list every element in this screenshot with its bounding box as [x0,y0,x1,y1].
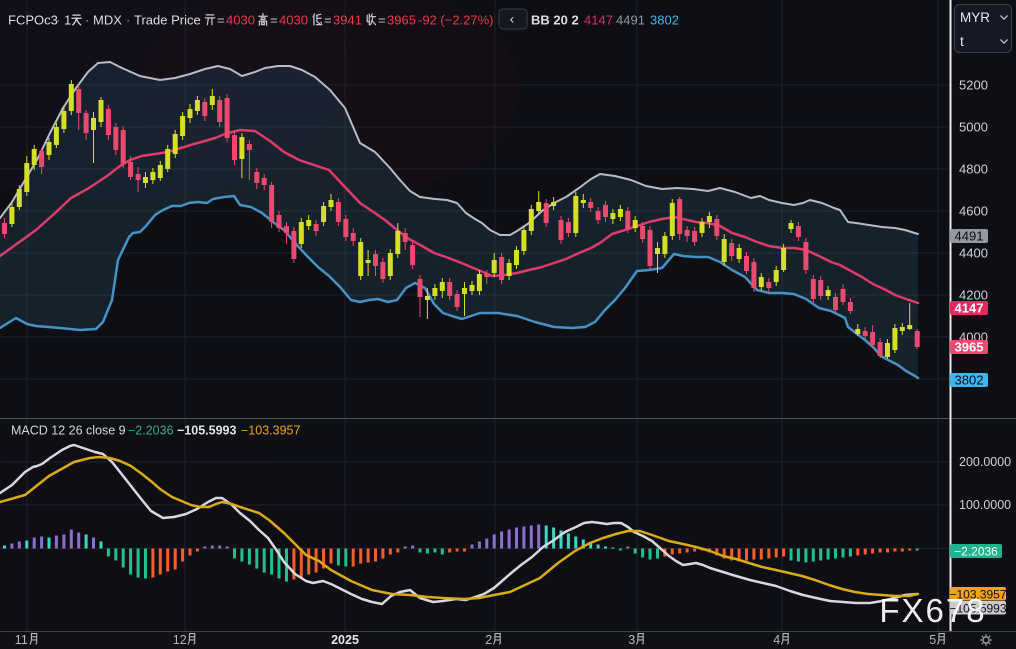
svg-text:11: 11 [15,633,28,647]
svg-text:−103.3957: −103.3957 [241,424,300,438]
svg-text:4: 4 [773,633,780,647]
svg-text:4400: 4400 [959,246,988,261]
svg-text:FCPOc3: FCPOc3 [8,13,58,28]
svg-text:3802: 3802 [650,13,679,28]
svg-text:BB 20 2: BB 20 2 [531,13,579,28]
svg-text:5: 5 [929,633,936,647]
svg-text:2: 2 [485,633,492,647]
svg-text:4030: 4030 [226,13,255,28]
svg-text:·: · [85,13,89,28]
svg-text:3965: 3965 [955,340,984,355]
svg-text:=: = [378,13,386,28]
svg-text:4147: 4147 [584,13,613,28]
svg-text:MDX: MDX [93,13,122,28]
svg-text:−105.5993: −105.5993 [177,424,236,438]
svg-text:=: = [324,13,332,28]
svg-text:2025: 2025 [331,633,359,647]
svg-text:·: · [56,13,60,28]
svg-text:MACD 12 26 close 9: MACD 12 26 close 9 [11,424,126,438]
svg-text:3802: 3802 [955,373,984,388]
svg-text:4600: 4600 [959,204,988,219]
svg-text:·: · [126,13,130,28]
svg-text:‹: ‹ [510,11,515,27]
svg-text:3: 3 [628,633,635,647]
svg-text:4800: 4800 [959,162,988,177]
svg-text:3941: 3941 [333,13,362,28]
svg-text:1: 1 [64,13,71,28]
svg-text:4491: 4491 [955,229,984,244]
svg-text:−2.2036: −2.2036 [128,424,174,438]
svg-text:=: = [217,13,225,28]
svg-text:4147: 4147 [955,301,984,316]
svg-text:Trade Price: Trade Price [134,13,201,28]
svg-text:-92 (−2.27%): -92 (−2.27%) [418,13,494,28]
svg-text:t: t [960,34,964,49]
svg-text:−2.2036: −2.2036 [954,545,998,559]
svg-text:MYR: MYR [960,10,990,25]
svg-text:12: 12 [173,633,187,647]
svg-text:=: = [270,13,278,28]
svg-text:FX678: FX678 [879,592,986,629]
svg-text:100.0000: 100.0000 [959,498,1011,512]
svg-text:3965: 3965 [387,13,416,28]
svg-text:200.0000: 200.0000 [959,455,1011,469]
svg-text:4491: 4491 [616,13,645,28]
svg-text:5000: 5000 [959,120,988,135]
svg-text:5200: 5200 [959,78,988,93]
svg-text:4030: 4030 [279,13,308,28]
